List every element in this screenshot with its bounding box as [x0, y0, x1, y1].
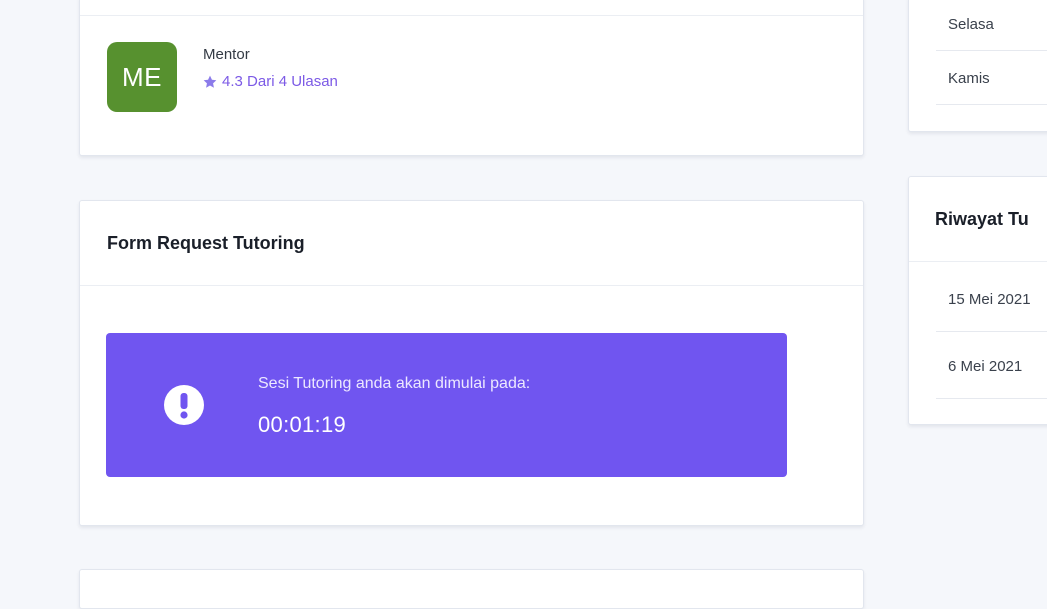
form-request-title: Form Request Tutoring — [107, 233, 305, 253]
rating-text: 4.3 Dari 4 Ulasan — [222, 73, 338, 90]
schedule-row: Kamis — [936, 51, 1047, 105]
history-card: Riwayat Tu 15 Mei 2021 6 Mei 2021 — [908, 176, 1047, 425]
mentor-rating[interactable]: 4.3 Dari 4 Ulasan — [202, 73, 338, 90]
next-card — [79, 569, 864, 609]
history-title: Riwayat Tu — [935, 209, 1029, 229]
countdown-timer: 00:01:19 — [258, 412, 347, 437]
history-header: Riwayat Tu — [909, 177, 1047, 262]
schedule-row: Selasa — [936, 0, 1047, 51]
tutoring-start-alert: Sesi Tutoring anda akan dimulai pada: 00… — [106, 333, 787, 477]
card-divider — [80, 15, 863, 16]
history-date: 6 Mei 2021 — [948, 358, 1023, 375]
schedule-day: Kamis — [948, 70, 990, 87]
form-request-header: Form Request Tutoring — [80, 201, 863, 286]
star-icon — [203, 75, 217, 88]
alert-message: Sesi Tutoring anda akan dimulai pada: — [258, 375, 531, 392]
mentor-card: ME Mentor 4.3 Dari 4 Ulasan — [79, 0, 864, 156]
mentor-role-label: Mentor — [203, 46, 250, 63]
exclamation-circle-icon — [164, 385, 204, 425]
schedule-day: Selasa — [948, 16, 994, 33]
history-date: 15 Mei 2021 — [948, 291, 1031, 308]
history-row[interactable]: 6 Mei 2021 — [936, 332, 1047, 399]
form-request-card: Form Request Tutoring Sesi Tutoring anda… — [79, 200, 864, 526]
avatar: ME — [107, 42, 177, 112]
history-row[interactable]: 15 Mei 2021 — [936, 265, 1047, 332]
schedule-card: Selasa Kamis — [908, 0, 1047, 132]
